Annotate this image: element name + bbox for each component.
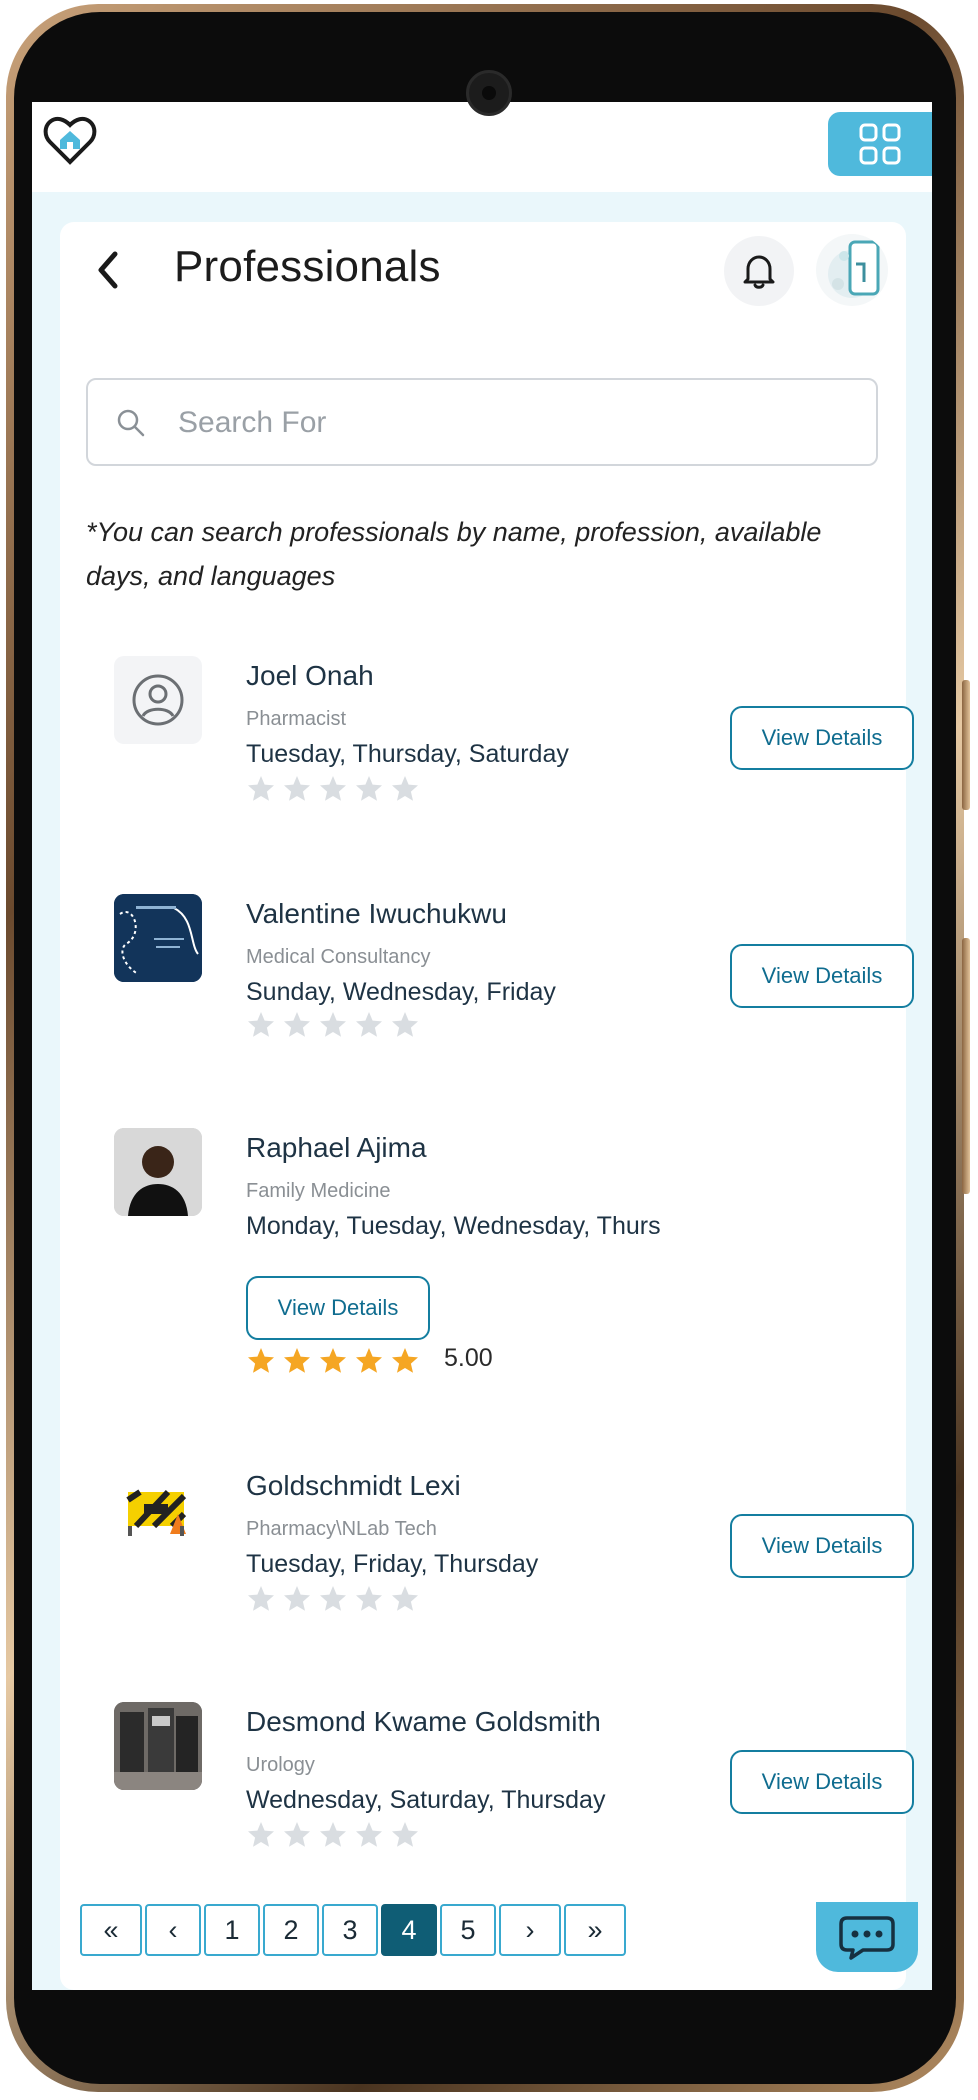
pagination: « ‹ 1 2 3 4 5 › » (80, 1904, 626, 1956)
star-empty-icon (248, 776, 274, 801)
top-bar (32, 102, 932, 192)
star-empty-icon (392, 776, 418, 801)
star-empty-icon (248, 1822, 274, 1847)
search-icon (117, 409, 145, 437)
professional-name: Desmond Kwame Goldsmith (246, 1706, 601, 1737)
professional-name: Raphael Ajima (246, 1132, 427, 1163)
page-button[interactable]: 3 (322, 1904, 378, 1956)
star-empty-icon (392, 1822, 418, 1847)
power-button (962, 938, 970, 1194)
search-input[interactable] (176, 390, 860, 456)
front-camera (466, 70, 512, 116)
grid-menu-icon (859, 123, 901, 165)
notifications-button[interactable] (724, 236, 794, 306)
last-page-button[interactable]: » (564, 1904, 626, 1956)
star-empty-icon (320, 776, 346, 801)
view-details-button[interactable]: View Details (730, 944, 914, 1008)
list-item: Goldschmidt Lexi Pharmacy\NLab Tech Tues… (114, 1466, 914, 1611)
star-empty-icon (356, 776, 382, 801)
professional-name: Joel Onah (246, 660, 374, 691)
search-hint: *You can search professionals by name, p… (86, 517, 822, 591)
page-button[interactable]: 5 (440, 1904, 496, 1956)
star-empty-icon (284, 1586, 310, 1611)
professional-name: Goldschmidt Lexi (246, 1470, 461, 1501)
rating-stars (246, 1820, 420, 1850)
star-empty-icon (356, 1012, 382, 1037)
star-empty-icon (248, 1012, 274, 1037)
professionals-card: Professionals *You can search profe (60, 222, 914, 1990)
star-empty-icon (284, 776, 310, 801)
grid-menu-button[interactable] (828, 112, 932, 176)
rating-stars (246, 1584, 420, 1614)
first-page-button[interactable]: « (80, 1904, 142, 1956)
search-box (86, 378, 878, 466)
professional-role: Medical Consultancy (246, 946, 431, 968)
back-button[interactable] (88, 250, 128, 290)
prev-page-button[interactable]: ‹ (145, 1904, 201, 1956)
rating-stars (246, 774, 420, 804)
star-filled-icon (284, 1348, 310, 1373)
star-empty-icon (392, 1586, 418, 1611)
professional-role: Family Medicine (246, 1180, 391, 1202)
volume-button (962, 680, 970, 810)
professional-name: Valentine Iwuchukwu (246, 898, 507, 929)
professional-role: Pharmacy\NLab Tech (246, 1518, 437, 1540)
professional-role: Urology (246, 1754, 315, 1776)
list-item: Valentine Iwuchukwu Medical Consultancy … (114, 894, 914, 1037)
star-filled-icon (392, 1348, 418, 1373)
screen: Professionals *You can search profe (32, 102, 932, 1990)
heart-home-icon[interactable] (42, 112, 98, 168)
star-filled-icon (248, 1348, 274, 1373)
star-empty-icon (248, 1586, 274, 1611)
bell-icon (743, 255, 775, 289)
star-empty-icon (320, 1012, 346, 1037)
page-title: Professionals (174, 242, 441, 291)
star-empty-icon (284, 1012, 310, 1037)
star-empty-icon (356, 1586, 382, 1611)
page-button-current[interactable]: 4 (381, 1904, 437, 1956)
star-empty-icon (356, 1822, 382, 1847)
profile-photo (114, 1702, 202, 1790)
view-details-button[interactable]: View Details (246, 1276, 430, 1340)
chat-button[interactable] (816, 1902, 918, 1972)
page-button[interactable]: 1 (204, 1904, 260, 1956)
rating-value: 5.00 (444, 1344, 493, 1372)
next-page-button[interactable]: › (499, 1904, 561, 1956)
list-item: Joel Onah Pharmacist Tuesday, Thursday, … (114, 656, 914, 801)
chat-bubble-icon (839, 1916, 895, 1960)
star-empty-icon (320, 1586, 346, 1611)
default-avatar-icon (114, 656, 202, 744)
star-filled-icon (356, 1348, 382, 1373)
profile-photo (114, 1466, 202, 1554)
star-empty-icon (284, 1822, 310, 1847)
user-avatar[interactable] (816, 234, 888, 306)
view-details-button[interactable]: View Details (730, 1750, 914, 1814)
list-item: Raphael Ajima Family Medicine Monday, Tu… (114, 1128, 894, 1373)
view-details-button[interactable]: View Details (730, 1514, 914, 1578)
page-button[interactable]: 2 (263, 1904, 319, 1956)
professional-days: Monday, Tuesday, Wednesday, Thurs (246, 1212, 661, 1240)
profile-photo (114, 894, 202, 982)
chevron-left-icon (98, 251, 118, 289)
professional-days: Tuesday, Thursday, Saturday (246, 740, 569, 768)
professional-role: Pharmacist (246, 708, 347, 730)
list-item: Desmond Kwame Goldsmith Urology Wednesda… (114, 1702, 914, 1847)
view-details-button[interactable]: View Details (730, 706, 914, 770)
professional-days: Sunday, Wednesday, Friday (246, 978, 556, 1006)
professional-days: Wednesday, Saturday, Thursday (246, 1786, 606, 1814)
professional-days: Tuesday, Friday, Thursday (246, 1550, 539, 1578)
rating-stars (246, 1010, 420, 1040)
star-filled-icon (320, 1348, 346, 1373)
profile-photo (114, 1128, 202, 1216)
star-empty-icon (392, 1012, 418, 1037)
rating-stars (246, 1346, 420, 1376)
bottom-bezel (32, 1990, 932, 2046)
star-empty-icon (320, 1822, 346, 1847)
